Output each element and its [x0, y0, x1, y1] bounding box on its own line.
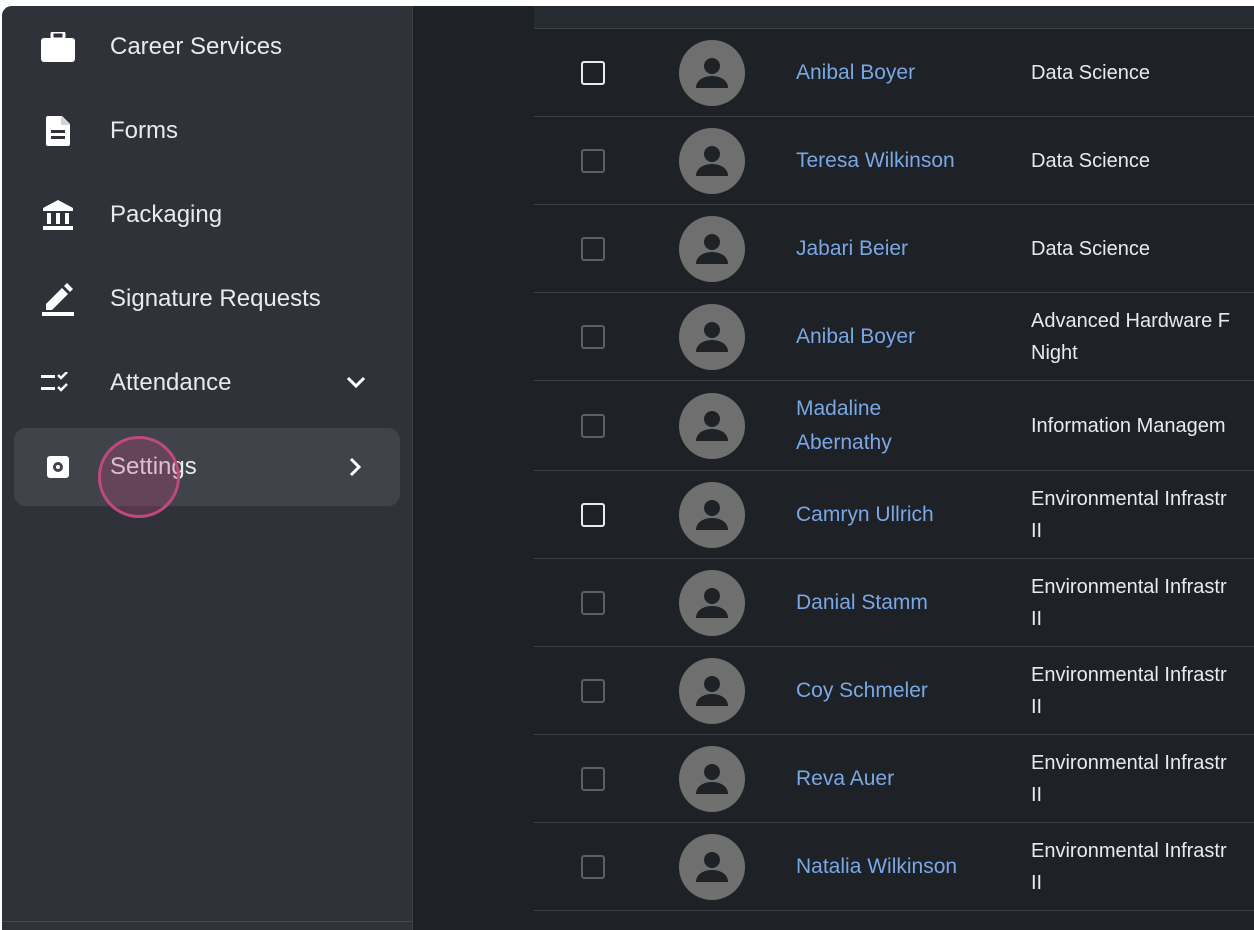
row-checkbox[interactable] [581, 413, 605, 438]
table-row: Camryn Ullrich Environmental Infrastr II [534, 471, 1254, 559]
row-checkbox[interactable] [581, 324, 605, 349]
avatar [679, 392, 745, 459]
program-cell: Environmental Infrastr II [1031, 487, 1227, 542]
table-row: Natalia Wilkinson Environmental Infrastr… [534, 823, 1254, 911]
row-checkbox[interactable] [581, 678, 605, 703]
sidebar-item-packaging[interactable]: Packaging [14, 176, 400, 254]
table-row: Anibal Boyer Data Science [534, 29, 1254, 117]
person-icon [696, 851, 728, 882]
person-icon [696, 499, 728, 530]
app-window: Career Services Forms Packaging Signatur… [2, 6, 1254, 930]
sidebar-item-forms[interactable]: Forms [14, 92, 400, 170]
student-name-link[interactable]: Anibal Boyer [796, 29, 986, 116]
sidebar-item-career-services[interactable]: Career Services [14, 8, 400, 86]
row-checkbox[interactable] [581, 148, 605, 173]
sidebar-item-signature-requests[interactable]: Signature Requests [14, 260, 400, 338]
table-row: Teresa Wilkinson Data Science [534, 117, 1254, 205]
program-cell: Environmental Infrastr II [1031, 575, 1227, 630]
person-icon [696, 763, 728, 794]
table-row: Anibal Boyer Advanced Hardware F Night [534, 293, 1254, 381]
person-icon [696, 410, 728, 441]
sidebar-item-label: Packaging [110, 201, 223, 228]
sidebar-item-label: Attendance [110, 369, 232, 396]
person-icon [696, 145, 728, 176]
table-row: Reva Auer Environmental Infrastr II [534, 735, 1254, 823]
avatar [679, 215, 745, 282]
sidebar-item-attendance[interactable]: Attendance [14, 344, 400, 422]
avatar [679, 303, 745, 370]
pen-icon [38, 279, 78, 319]
student-name-link[interactable]: Jabari Beier [796, 205, 986, 292]
table-row: Madaline Abernathy Information Managem [534, 381, 1254, 471]
sidebar-item-label: Career Services [110, 33, 283, 60]
click-indicator [98, 436, 180, 518]
student-name-link[interactable]: Danial Stamm [796, 559, 986, 646]
row-checkbox[interactable] [581, 590, 605, 615]
person-icon [696, 675, 728, 706]
table-row: Coy Schmeler Environmental Infrastr II [534, 647, 1254, 735]
program-cell: Data Science [1031, 149, 1150, 172]
avatar [679, 745, 745, 812]
briefcase-icon [38, 27, 78, 67]
program-cell: Environmental Infrastr II [1031, 839, 1227, 894]
sidebar: Career Services Forms Packaging Signatur… [2, 6, 413, 930]
table-row: Jabari Beier Data Science [534, 205, 1254, 293]
person-icon [696, 233, 728, 264]
student-name-link[interactable]: Teresa Wilkinson [796, 117, 986, 204]
sidebar-item-settings[interactable]: Settings [14, 428, 400, 506]
bank-icon [38, 195, 78, 235]
program-cell: Data Science [1031, 61, 1150, 84]
student-name-link[interactable]: Coy Schmeler [796, 647, 986, 734]
divider [2, 921, 412, 922]
checklist-icon [38, 363, 78, 403]
program-cell: Advanced Hardware F Night [1031, 309, 1230, 364]
row-checkbox[interactable] [581, 60, 605, 85]
person-icon [696, 587, 728, 618]
table-row: Danial Stamm Environmental Infrastr II [534, 559, 1254, 647]
row-checkbox[interactable] [581, 766, 605, 791]
program-cell: Data Science [1031, 237, 1150, 260]
avatar [679, 657, 745, 724]
avatar [679, 569, 745, 636]
chevron-right-icon [342, 453, 370, 481]
table-header [534, 6, 1254, 29]
person-icon [696, 321, 728, 352]
avatar [679, 833, 745, 900]
student-name-link[interactable]: Madaline Abernathy [796, 381, 986, 470]
row-checkbox[interactable] [581, 236, 605, 261]
gear-icon [38, 447, 78, 487]
sidebar-item-label: Forms [110, 117, 178, 144]
student-name-link[interactable]: Natalia Wilkinson [796, 823, 986, 910]
program-cell: Environmental Infrastr II [1031, 751, 1227, 806]
row-checkbox[interactable] [581, 854, 605, 879]
sidebar-item-label: Signature Requests [110, 285, 321, 312]
program-cell: Environmental Infrastr II [1031, 663, 1227, 718]
document-icon [38, 111, 78, 151]
avatar [679, 39, 745, 106]
main-content: Anibal Boyer Data Science Teresa Wilkins… [413, 6, 1254, 930]
person-icon [696, 57, 728, 88]
avatar [679, 127, 745, 194]
student-name-link[interactable]: Camryn Ullrich [796, 471, 986, 558]
program-cell: Information Managem [1031, 414, 1226, 437]
row-checkbox[interactable] [581, 502, 605, 527]
student-name-link[interactable]: Anibal Boyer [796, 293, 986, 380]
avatar [679, 481, 745, 548]
student-name-link[interactable]: Reva Auer [796, 735, 986, 822]
chevron-down-icon [342, 369, 370, 397]
